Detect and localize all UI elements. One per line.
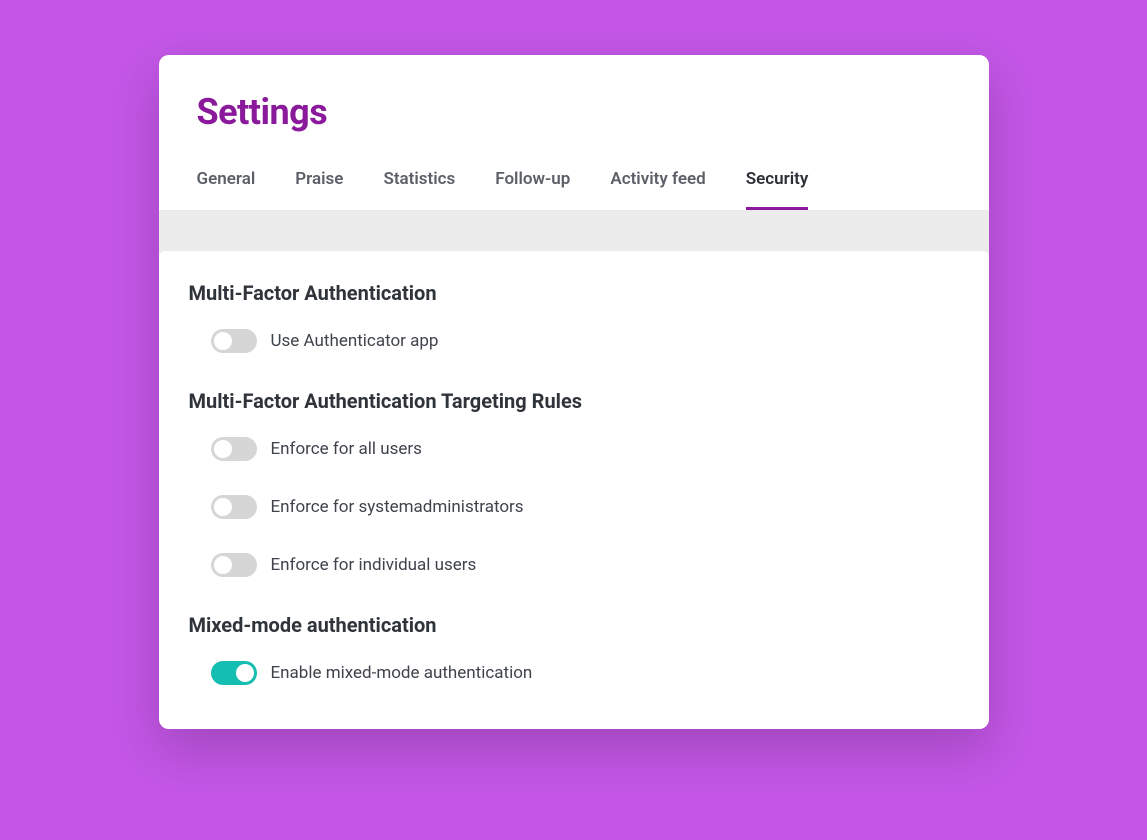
toggle-enforce-individual[interactable] [211, 553, 257, 577]
toggle-label-mixed-mode: Enable mixed-mode authentication [271, 663, 533, 683]
tab-praise[interactable]: Praise [295, 169, 343, 210]
section-title-mfa: Multi-Factor Authentication [189, 281, 959, 305]
page-title: Settings [197, 91, 951, 133]
toggle-knob [214, 440, 232, 458]
toggle-enforce-all[interactable] [211, 437, 257, 461]
panel-header: Settings General Praise Statistics Follo… [159, 55, 989, 211]
tab-general[interactable]: General [197, 169, 256, 210]
toggle-label-enforce-individual: Enforce for individual users [271, 555, 477, 575]
toggle-row-enforce-individual: Enforce for individual users [189, 545, 959, 585]
toggle-row-enforce-sysadmins: Enforce for systemadministrators [189, 487, 959, 527]
toggle-knob [214, 498, 232, 516]
tab-follow-up[interactable]: Follow-up [495, 169, 570, 210]
toggle-mixed-mode[interactable] [211, 661, 257, 685]
section-title-mixed-mode: Mixed-mode authentication [189, 613, 959, 637]
toggle-row-enforce-all: Enforce for all users [189, 429, 959, 469]
toggle-label-enforce-all: Enforce for all users [271, 439, 422, 459]
tab-statistics[interactable]: Statistics [383, 169, 455, 210]
toggle-label-enforce-sysadmins: Enforce for systemadministrators [271, 497, 524, 517]
toggle-knob [236, 664, 254, 682]
section-title-mfa-targeting: Multi-Factor Authentication Targeting Ru… [189, 389, 959, 413]
toggle-row-mixed-mode: Enable mixed-mode authentication [189, 653, 959, 693]
panel-gap [159, 211, 989, 251]
security-settings-card: Multi-Factor Authentication Use Authenti… [159, 251, 989, 729]
toggle-authenticator-app[interactable] [211, 329, 257, 353]
tab-activity-feed[interactable]: Activity feed [610, 169, 705, 210]
tabs: General Praise Statistics Follow-up Acti… [197, 169, 951, 210]
toggle-knob [214, 556, 232, 574]
toggle-enforce-sysadmins[interactable] [211, 495, 257, 519]
toggle-row-authenticator-app: Use Authenticator app [189, 321, 959, 361]
toggle-label-authenticator-app: Use Authenticator app [271, 331, 439, 351]
settings-panel: Settings General Praise Statistics Follo… [159, 55, 989, 729]
toggle-knob [214, 332, 232, 350]
tab-security[interactable]: Security [746, 169, 809, 210]
